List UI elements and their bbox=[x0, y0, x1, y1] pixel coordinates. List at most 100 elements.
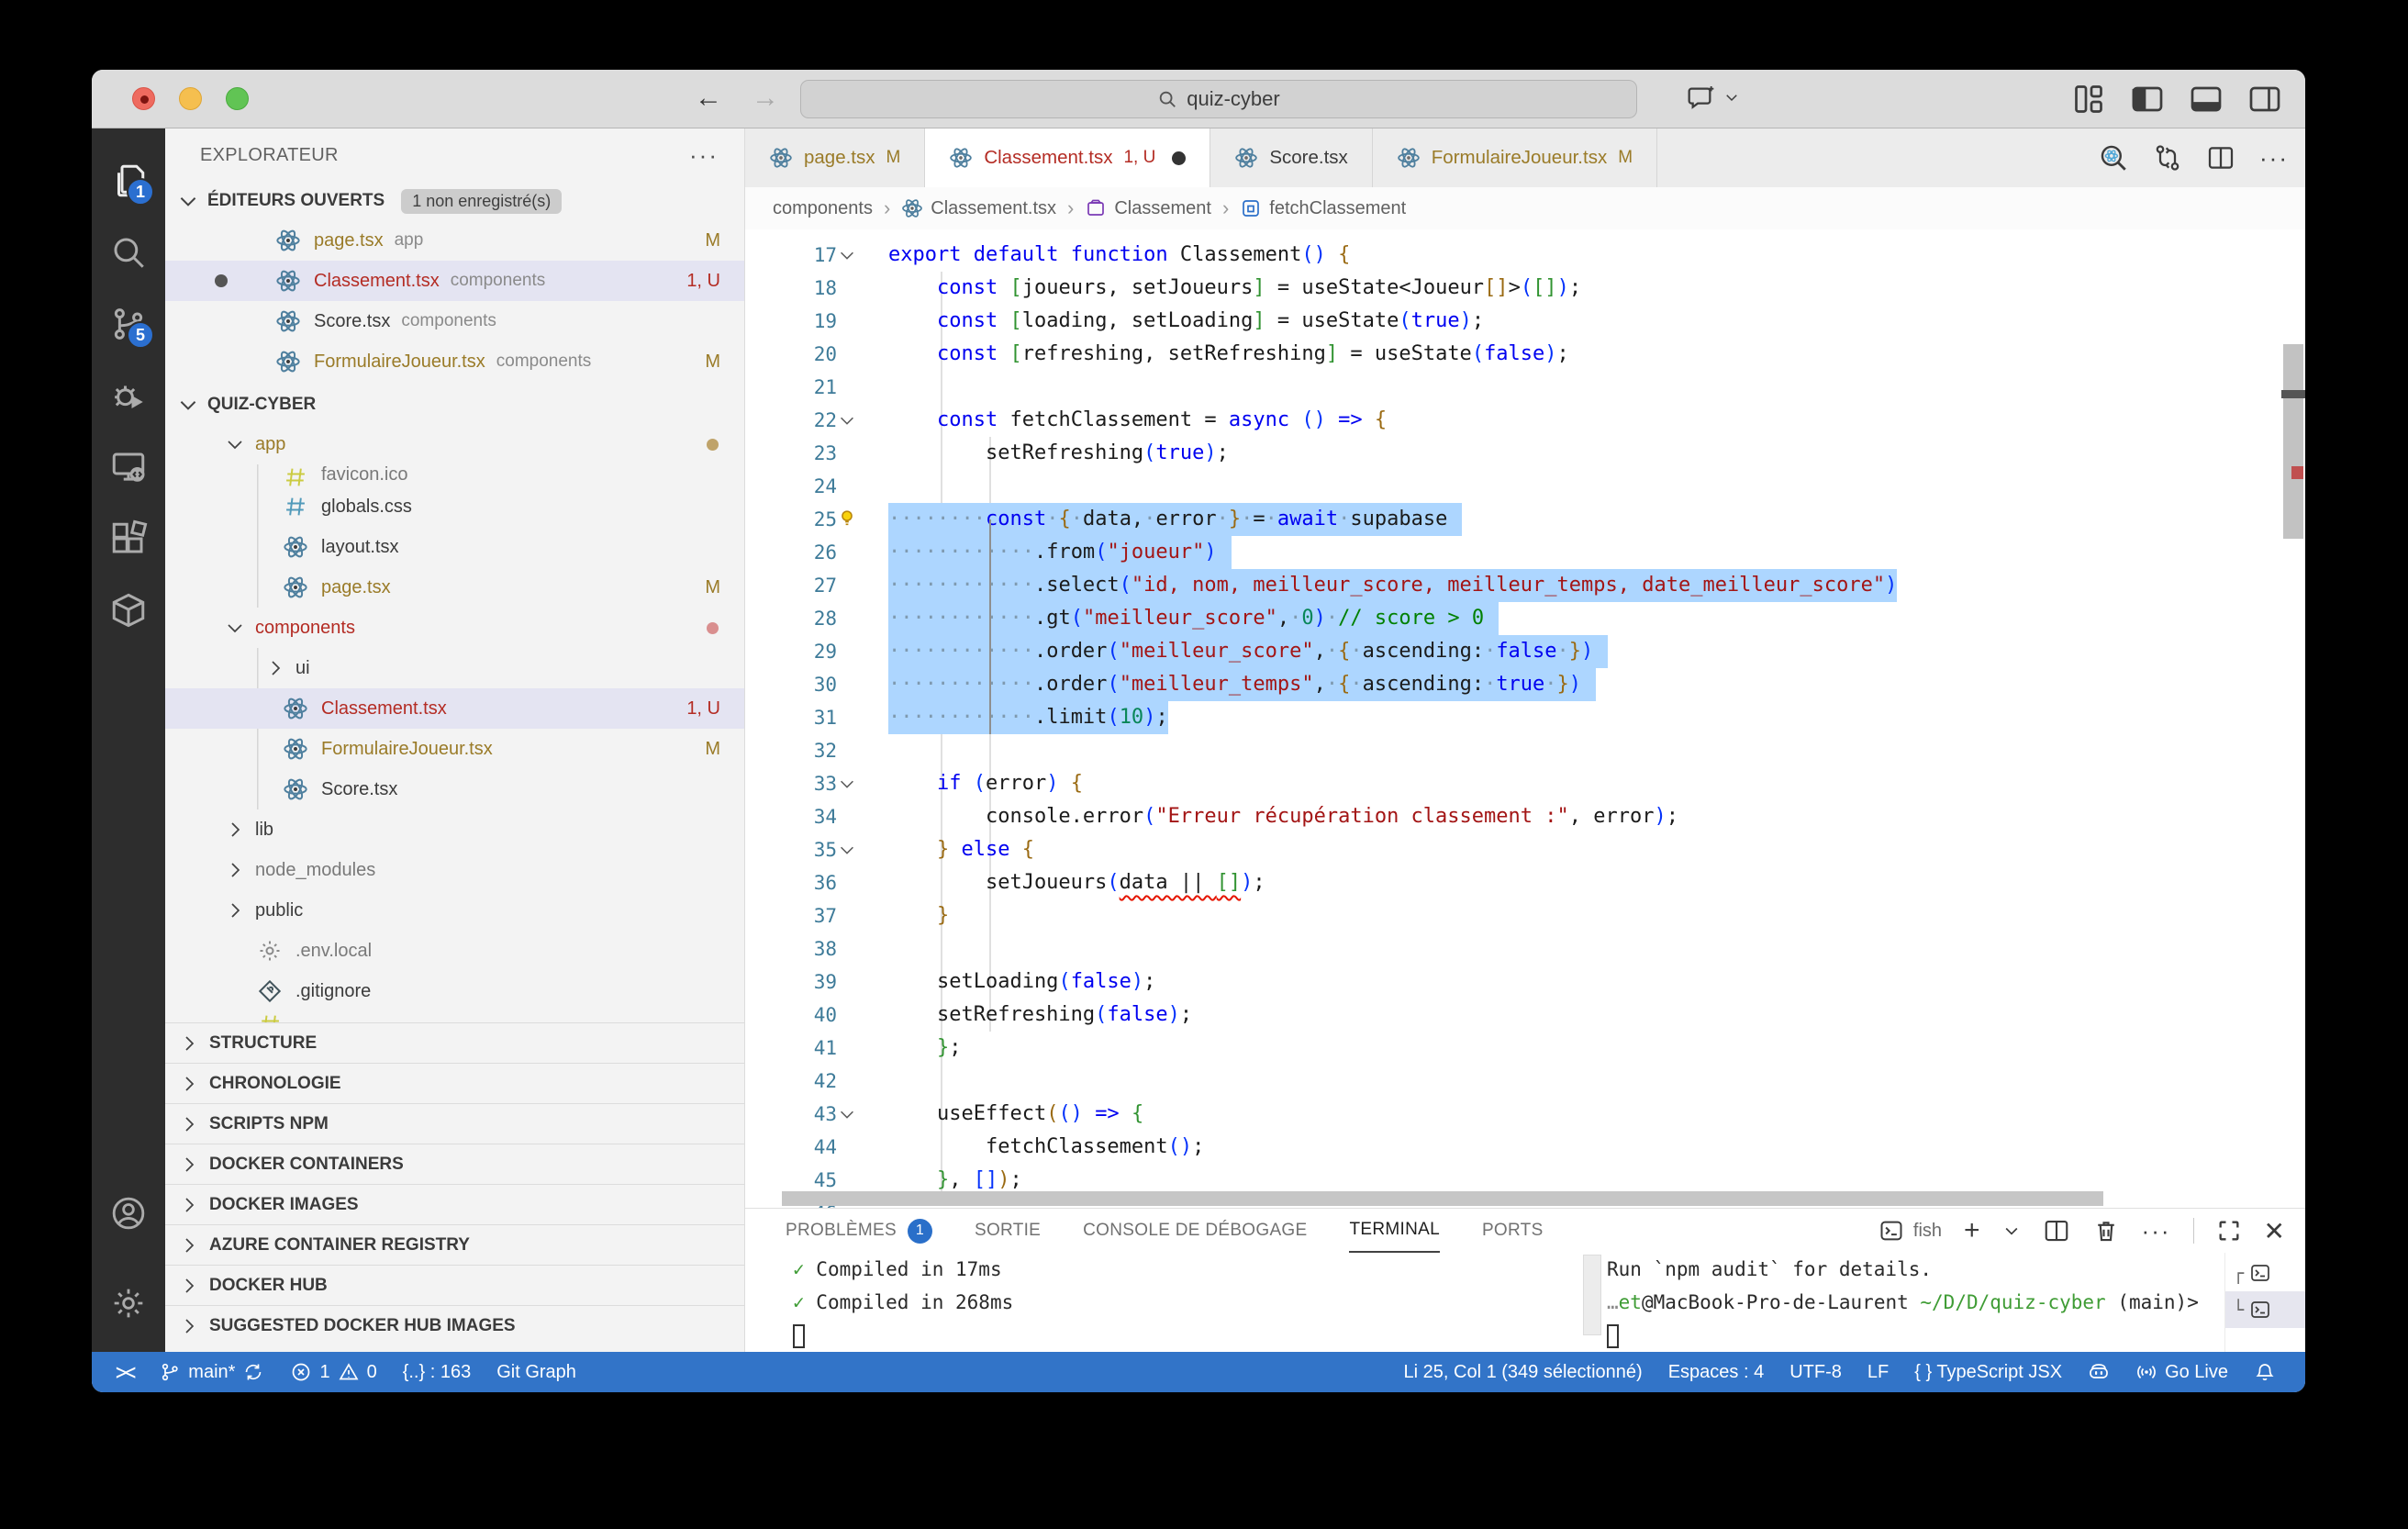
views-more-actions-icon[interactable]: ··· bbox=[689, 141, 719, 170]
sidebar-section-suggested-docker-hub-images[interactable]: SUGGESTED DOCKER HUB IMAGES bbox=[165, 1305, 744, 1345]
sidebar-section-docker-images[interactable]: DOCKER IMAGES bbox=[165, 1184, 744, 1224]
status-copilot[interactable] bbox=[2075, 1352, 2123, 1392]
breadcrumb-item[interactable]: Classement.tsx bbox=[901, 197, 1056, 219]
sidebar-section-docker-hub[interactable]: DOCKER HUB bbox=[165, 1265, 744, 1305]
forward-icon[interactable]: → bbox=[750, 83, 781, 114]
activity-item-extensions[interactable] bbox=[99, 503, 158, 575]
sidebar-section-structure[interactable]: STRUCTURE bbox=[165, 1022, 744, 1063]
new-terminal-icon[interactable]: + bbox=[1964, 1215, 1980, 1246]
breadcrumb-item[interactable]: fetchClassement bbox=[1240, 197, 1406, 219]
activity-item-source-control[interactable]: 5 bbox=[99, 288, 158, 360]
status-cursor-position[interactable]: Li 25, Col 1 (349 sélectionné) bbox=[1391, 1352, 1656, 1392]
tree-file-item[interactable]: page.tsxM bbox=[165, 567, 744, 608]
status-encoding[interactable]: UTF-8 bbox=[1777, 1352, 1855, 1392]
copilot-chat-button[interactable] bbox=[1687, 83, 1740, 112]
toggle-secondary-sidebar-icon[interactable] bbox=[2248, 83, 2281, 116]
open-editor-item[interactable]: FormulaireJoueur.tsxcomponentsM bbox=[165, 341, 744, 382]
tree-folder-node_modules[interactable]: node_modules bbox=[165, 850, 744, 890]
status-problems-indicator[interactable]: 10 bbox=[277, 1352, 389, 1392]
tree-file-item[interactable]: Score.tsx bbox=[165, 769, 744, 809]
tree-folder-app[interactable]: app bbox=[165, 424, 744, 464]
minimize-button[interactable] bbox=[179, 87, 202, 110]
open-editor-item[interactable]: page.tsxappM bbox=[165, 220, 744, 261]
breadcrumb-item[interactable]: Classement bbox=[1085, 197, 1211, 219]
terminal-tab-item[interactable]: ┌ bbox=[2225, 1255, 2305, 1291]
editor-tab-page.tsx[interactable]: page.tsxM bbox=[745, 128, 925, 187]
status-git-graph[interactable]: Git Graph bbox=[484, 1352, 589, 1392]
activity-item-remote-explorer[interactable] bbox=[99, 431, 158, 503]
status-indentation[interactable]: Espaces : 4 bbox=[1656, 1352, 1778, 1392]
activity-item-run-debug[interactable] bbox=[99, 360, 158, 431]
tree-folder-components[interactable]: components bbox=[165, 608, 744, 648]
tree-folder-public[interactable]: public bbox=[165, 890, 744, 931]
fold-zone[interactable] bbox=[837, 404, 888, 437]
activity-item-settings[interactable] bbox=[99, 1267, 158, 1339]
terminal-tab-item[interactable]: └ bbox=[2225, 1291, 2305, 1328]
editor-tab-Classement.tsx[interactable]: Classement.tsx1, U bbox=[925, 128, 1210, 187]
kill-terminal-icon[interactable] bbox=[2092, 1217, 2120, 1244]
open-editor-item[interactable]: Score.tsxcomponents bbox=[165, 301, 744, 341]
tree-folder-lib[interactable]: lib bbox=[165, 809, 744, 850]
toggle-panel-icon[interactable] bbox=[2190, 83, 2223, 116]
zoom-button[interactable] bbox=[226, 87, 249, 110]
editor-tab-Score.tsx[interactable]: Score.tsx bbox=[1210, 128, 1372, 187]
open-changes-icon[interactable] bbox=[2153, 143, 2182, 173]
tree-file-item[interactable]: favicon.ico bbox=[165, 464, 744, 486]
status-notifications[interactable] bbox=[2241, 1352, 2289, 1392]
activity-item-explorer[interactable]: 1 bbox=[99, 145, 158, 217]
panel-tab-terminal[interactable]: TERMINAL bbox=[1349, 1209, 1439, 1253]
tree-folder-ui[interactable]: ui bbox=[165, 648, 744, 688]
close-panel-icon[interactable]: ✕ bbox=[2264, 1216, 2285, 1246]
terminal-shell-button[interactable]: fish bbox=[1878, 1218, 1942, 1244]
status-code-metric[interactable]: {..} : 163 bbox=[390, 1352, 485, 1392]
tree-file-item[interactable]: globals.css bbox=[165, 486, 744, 527]
split-terminal-icon[interactable] bbox=[2043, 1217, 2070, 1244]
terminal-pane-divider[interactable] bbox=[1576, 1253, 1607, 1352]
split-editor-icon[interactable] bbox=[2206, 143, 2235, 173]
tree-file-item[interactable] bbox=[165, 1011, 744, 1022]
project-section-header[interactable]: QUIZ-CYBER bbox=[165, 385, 744, 424]
status-eol[interactable]: LF bbox=[1855, 1352, 1901, 1392]
fold-zone[interactable] bbox=[837, 1098, 888, 1131]
activity-item-account[interactable] bbox=[99, 1177, 158, 1249]
activity-item-search[interactable] bbox=[99, 217, 158, 288]
tree-file-item[interactable]: Classement.tsx1, U bbox=[165, 688, 744, 729]
close-button[interactable] bbox=[132, 87, 155, 110]
tree-file-item[interactable]: layout.tsx bbox=[165, 527, 744, 567]
editor-tab-FormulaireJoueur.tsx[interactable]: FormulaireJoueur.tsxM bbox=[1373, 128, 1657, 187]
code-editor[interactable]: 17export default function Classement() {… bbox=[745, 229, 2305, 1208]
activity-item-docker[interactable] bbox=[99, 575, 158, 646]
editor-more-actions-icon[interactable]: ··· bbox=[2259, 144, 2289, 173]
fold-zone[interactable] bbox=[837, 503, 888, 536]
editor-horizontal-scrollbar[interactable] bbox=[782, 1191, 2103, 1206]
sidebar-section-scripts-npm[interactable]: SCRIPTS NPM bbox=[165, 1103, 744, 1144]
sidebar-section-chronologie[interactable]: CHRONOLOGIE bbox=[165, 1063, 744, 1103]
tree-file-item[interactable]: FormulaireJoueur.tsxM bbox=[165, 729, 744, 769]
toggle-primary-sidebar-icon[interactable] bbox=[2131, 83, 2164, 116]
terminal-dropdown-icon[interactable] bbox=[2002, 1222, 2021, 1240]
scrollbar-thumb[interactable] bbox=[2283, 344, 2303, 539]
panel-tab-ports[interactable]: PORTS bbox=[1482, 1209, 1544, 1253]
editor-vertical-scrollbar[interactable] bbox=[2281, 229, 2305, 1189]
fold-zone[interactable] bbox=[837, 833, 888, 866]
terminal-pane-left[interactable]: ✓ Compiled in 17ms✓ Compiled in 268ms bbox=[745, 1253, 1576, 1352]
tree-file-item[interactable]: .env.local bbox=[165, 931, 744, 971]
back-icon[interactable]: ← bbox=[693, 83, 724, 114]
tree-file-item[interactable]: .gitignore bbox=[165, 971, 744, 1011]
status-language-mode[interactable]: { } TypeScript JSX bbox=[1901, 1352, 2075, 1392]
panel-tab-console-de-débogage[interactable]: CONSOLE DE DÉBOGAGE bbox=[1083, 1209, 1307, 1253]
open-editor-item[interactable]: Classement.tsxcomponents1, U bbox=[165, 261, 744, 301]
fold-zone[interactable] bbox=[837, 767, 888, 800]
sidebar-section-docker-containers[interactable]: DOCKER CONTAINERS bbox=[165, 1144, 744, 1184]
maximize-panel-icon[interactable] bbox=[2216, 1218, 2242, 1244]
panel-more-actions-icon[interactable]: ··· bbox=[2142, 1217, 2171, 1245]
fold-zone[interactable] bbox=[837, 239, 888, 272]
react-preview-icon[interactable] bbox=[2098, 142, 2129, 173]
panel-tab-sortie[interactable]: SORTIE bbox=[975, 1209, 1041, 1253]
terminal-pane-right[interactable]: Run `npm audit` for details.…et@MacBook-… bbox=[1607, 1253, 2224, 1352]
status-remote-indicator[interactable]: >< bbox=[92, 1352, 146, 1392]
status-go-live[interactable]: Go Live bbox=[2123, 1352, 2241, 1392]
breadcrumb-item[interactable]: components bbox=[773, 198, 873, 219]
command-center-search[interactable]: quiz-cyber bbox=[800, 80, 1637, 118]
sidebar-section-azure-container-registry[interactable]: AZURE CONTAINER REGISTRY bbox=[165, 1224, 744, 1265]
